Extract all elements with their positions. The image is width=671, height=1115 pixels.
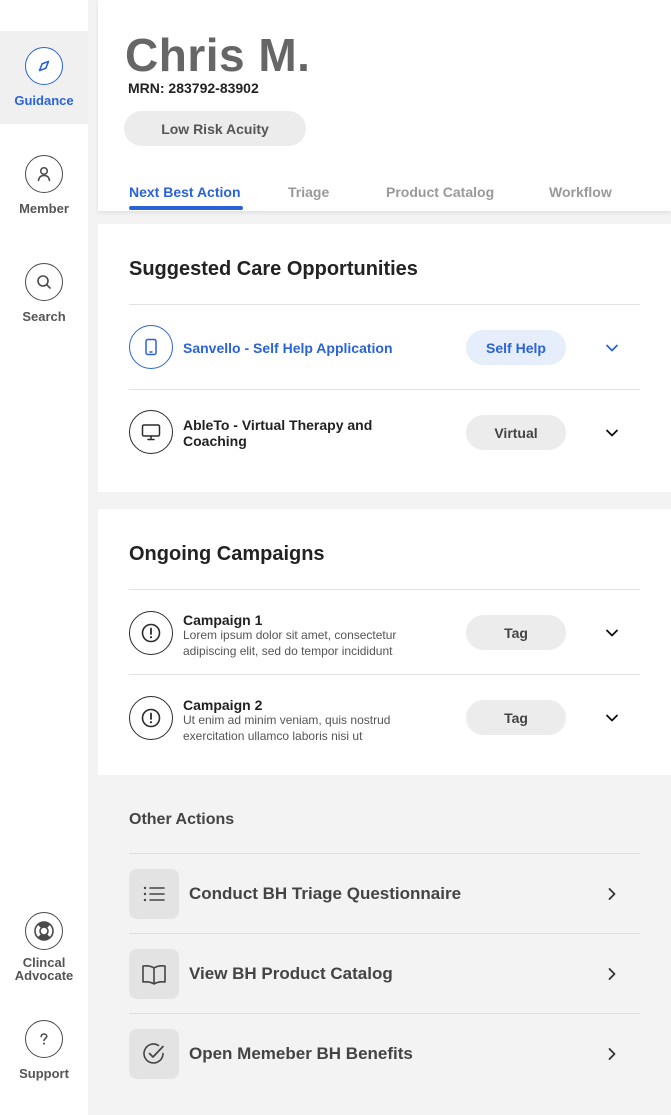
chevron-down-icon[interactable] bbox=[602, 708, 622, 728]
tablet-icon bbox=[129, 325, 173, 369]
sidebar-item-label: Guidance bbox=[14, 93, 74, 108]
sidebar-item-label: Support bbox=[19, 1066, 69, 1081]
care-item-title: Sanvello - Self Help Application bbox=[183, 340, 393, 356]
lifebuoy-icon bbox=[25, 912, 63, 950]
action-triage-questionnaire[interactable]: Conduct BH Triage Questionnaire bbox=[129, 854, 640, 934]
sidebar-item-support[interactable]: Support bbox=[0, 1020, 88, 1080]
chevron-down-icon[interactable] bbox=[602, 623, 622, 643]
member-mrn: MRN: 283792-83902 bbox=[128, 80, 259, 96]
alert-icon bbox=[129, 696, 173, 740]
tab-product-catalog[interactable]: Product Catalog bbox=[386, 184, 494, 200]
member-header: Chris M. MRN: 283792-83902 Low Risk Acui… bbox=[98, 0, 671, 211]
book-icon bbox=[129, 949, 179, 999]
compass-icon bbox=[25, 47, 63, 85]
other-actions-title: Other Actions bbox=[129, 811, 235, 828]
action-label: Conduct BH Triage Questionnaire bbox=[189, 884, 462, 903]
tab-next-best-action[interactable]: Next Best Action bbox=[129, 184, 241, 200]
chevron-down-icon[interactable] bbox=[602, 423, 622, 443]
campaign-title: Campaign 2 bbox=[183, 697, 263, 713]
campaigns-title: Ongoing Campaigns bbox=[129, 543, 325, 565]
campaign-tag: Tag bbox=[466, 615, 566, 650]
search-icon bbox=[25, 263, 63, 301]
check-circle-icon bbox=[129, 1029, 179, 1079]
monitor-icon bbox=[129, 410, 173, 454]
campaign-item-1[interactable]: Campaign 1 Lorem ipsum dolor sit amet, c… bbox=[129, 590, 640, 674]
campaign-tag: Tag bbox=[466, 700, 566, 735]
campaign-item-2[interactable]: Campaign 2 Ut enim ad minim veniam, quis… bbox=[129, 675, 640, 759]
active-tab-indicator bbox=[129, 206, 243, 210]
campaign-description: Lorem ipsum dolor sit amet, consectetur … bbox=[183, 628, 397, 658]
sidebar-item-label: Member bbox=[19, 201, 69, 216]
chevron-right-icon bbox=[602, 884, 622, 904]
tab-workflow[interactable]: Workflow bbox=[549, 184, 612, 200]
alert-icon bbox=[129, 611, 173, 655]
suggested-care-card: Suggested Care Opportunities Sanvello - … bbox=[98, 224, 671, 492]
care-item-sanvello[interactable]: Sanvello - Self Help Application Self He… bbox=[129, 305, 640, 389]
care-item-tag: Virtual bbox=[466, 415, 566, 450]
question-icon bbox=[25, 1020, 63, 1058]
sidebar-nav: Guidance Member Search Clincal Advocate … bbox=[0, 0, 88, 1115]
action-product-catalog[interactable]: View BH Product Catalog bbox=[129, 934, 640, 1014]
sidebar-item-guidance[interactable]: Guidance bbox=[0, 31, 88, 124]
sidebar-item-label: Search bbox=[22, 309, 66, 324]
tab-triage[interactable]: Triage bbox=[288, 184, 329, 200]
sidebar-item-search[interactable]: Search bbox=[0, 263, 88, 323]
sidebar-item-label: Clincal Advocate bbox=[14, 955, 74, 983]
campaign-title: Campaign 1 bbox=[183, 612, 263, 628]
action-member-benefits[interactable]: Open Memeber BH Benefits bbox=[129, 1014, 640, 1094]
chevron-right-icon bbox=[602, 964, 622, 984]
acuity-badge: Low Risk Acuity bbox=[124, 111, 306, 146]
care-item-ableto[interactable]: AbleTo - Virtual Therapy and Coaching Vi… bbox=[129, 390, 640, 474]
sidebar-item-member[interactable]: Member bbox=[0, 155, 88, 215]
sidebar-item-clinical-advocate[interactable]: Clincal Advocate bbox=[0, 912, 88, 982]
person-icon bbox=[25, 155, 63, 193]
list-icon bbox=[129, 869, 179, 919]
chevron-right-icon bbox=[602, 1044, 622, 1064]
campaign-description: Ut enim ad minim veniam, quis nostrud ex… bbox=[183, 713, 391, 743]
action-label: View BH Product Catalog bbox=[189, 964, 393, 983]
chevron-down-icon[interactable] bbox=[602, 338, 622, 358]
action-label: Open Memeber BH Benefits bbox=[189, 1044, 413, 1063]
ongoing-campaigns-card: Ongoing Campaigns Campaign 1 Lorem ipsum… bbox=[98, 509, 671, 775]
suggested-care-title: Suggested Care Opportunities bbox=[129, 258, 418, 280]
care-item-title: AbleTo - Virtual Therapy and Coaching bbox=[183, 417, 373, 449]
member-name: Chris M. bbox=[125, 29, 311, 81]
care-item-tag: Self Help bbox=[466, 330, 566, 365]
